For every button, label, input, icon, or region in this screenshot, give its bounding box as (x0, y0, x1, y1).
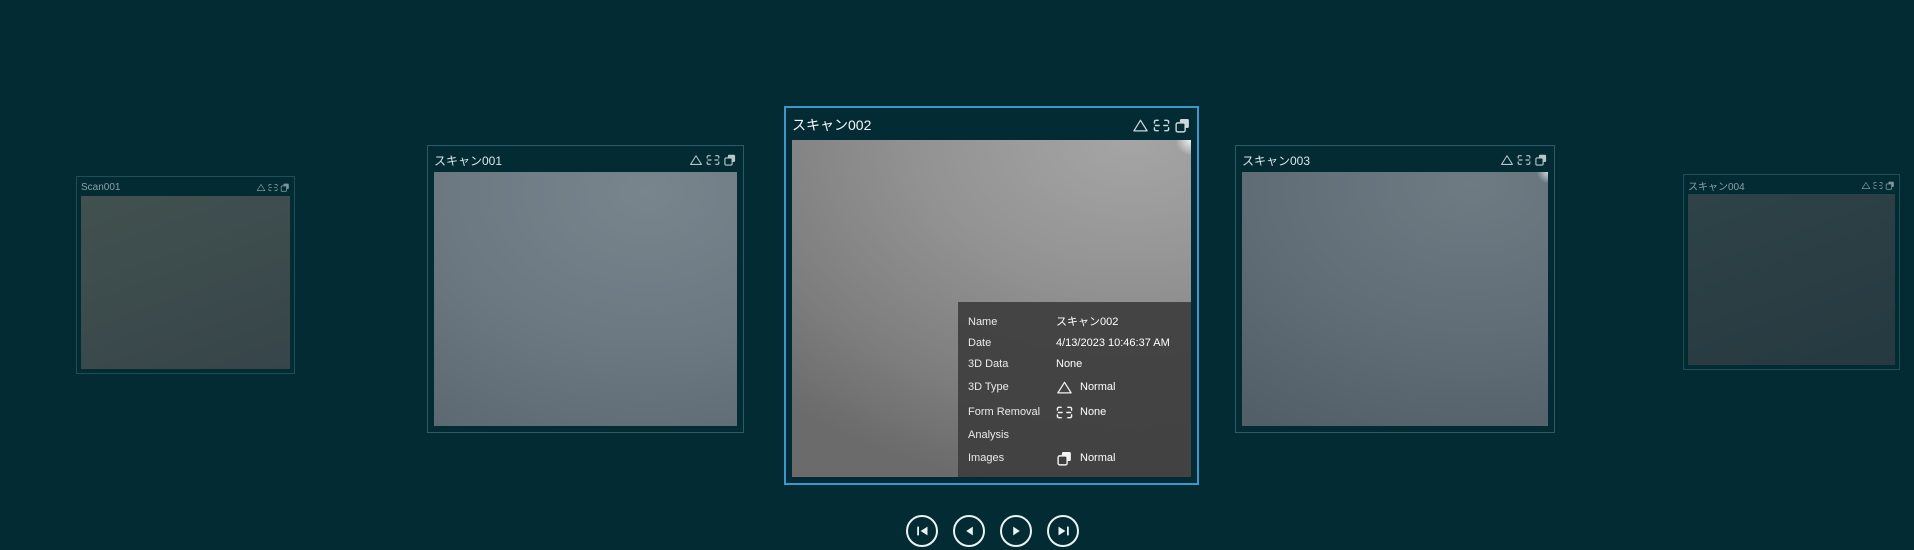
card-header: スキャン004 (1688, 178, 1895, 193)
card-status-icons (1500, 154, 1548, 166)
card-status-icons (1861, 181, 1895, 190)
previous-icon (965, 526, 973, 536)
previous-button[interactable] (953, 515, 985, 547)
scan-card-scan003[interactable]: スキャン003 (1235, 145, 1555, 433)
info-value: スキャン002 (1056, 316, 1119, 329)
card-title: スキャン001 (434, 153, 503, 168)
card-title: Scan001 (81, 181, 121, 193)
first-button[interactable] (906, 515, 938, 547)
info-value: None (1056, 358, 1083, 371)
3d-type-icon (1861, 181, 1871, 189)
3d-type-icon (256, 183, 266, 191)
3d-type-icon (690, 155, 702, 165)
info-label: 3D Data (968, 358, 1009, 371)
info-label: 3D Type (968, 381, 1009, 394)
card-status-icons (256, 183, 290, 192)
form-removal-icon (1517, 155, 1531, 165)
info-label: Images (968, 452, 1005, 465)
card-title: スキャン004 (1688, 181, 1745, 193)
info-row-name: Name スキャン002 (968, 312, 1185, 333)
info-row-date: Date 4/13/2023 10:46:37 AM (968, 333, 1185, 354)
scan-thumbnail (1242, 172, 1548, 426)
info-value: Normal (1080, 452, 1116, 465)
info-row-analysis: Analysis (968, 425, 1185, 446)
card-header: スキャン002 (792, 112, 1191, 138)
images-icon (1535, 154, 1547, 166)
images-icon (280, 183, 289, 192)
card-header: スキャン001 (434, 150, 737, 170)
info-label: Name (968, 316, 998, 329)
next-icon (1012, 526, 1020, 536)
triangle-icon (1057, 381, 1072, 394)
card-header: Scan001 (81, 180, 290, 194)
form-removal-icon (1056, 406, 1073, 419)
next-button[interactable] (1000, 515, 1032, 547)
info-label: Form Removal (968, 406, 1041, 419)
card-title: スキャン003 (1242, 153, 1311, 168)
scan-card-scan002-selected[interactable]: スキャン002 Name スキャン002 Date 4/13/2023 10:4… (784, 106, 1199, 485)
info-value: None (1080, 406, 1107, 419)
images-icon (1885, 181, 1894, 190)
carousel-navigation (906, 515, 1079, 547)
card-status-icons (1132, 118, 1191, 133)
info-row-images: Images Normal (968, 446, 1185, 471)
skip-first-icon (916, 526, 927, 536)
info-row-3d-type: 3D Type Normal (968, 375, 1185, 400)
card-title: スキャン002 (792, 117, 872, 133)
last-button[interactable] (1047, 515, 1079, 547)
info-label: Date (968, 337, 992, 350)
scan-card-scan001[interactable]: Scan001 (76, 176, 295, 374)
scan-card-scan004[interactable]: スキャン004 (1683, 174, 1900, 370)
form-removal-icon (1153, 119, 1170, 131)
scan-thumbnail (81, 196, 290, 369)
info-row-form-removal: Form Removal None (968, 400, 1185, 425)
scan-thumbnail: Name スキャン002 Date 4/13/2023 10:46:37 AM … (792, 140, 1191, 477)
info-row-3d-data: 3D Data None (968, 354, 1185, 375)
scan-carousel: Scan001 スキャン001 スキャン002 Name スキャン002 Dat… (0, 0, 1914, 550)
scan-info-panel: Name スキャン002 Date 4/13/2023 10:46:37 AM … (958, 302, 1191, 477)
scan-thumbnail (434, 172, 737, 426)
scan-thumbnail (1688, 194, 1895, 365)
form-removal-icon (1873, 181, 1883, 189)
scan-card-scan001-jp[interactable]: スキャン001 (427, 145, 744, 433)
form-removal-icon (706, 155, 720, 165)
card-header: スキャン003 (1242, 150, 1548, 170)
card-status-icons (689, 154, 737, 166)
images-icon (1057, 451, 1071, 466)
3d-type-icon (1133, 119, 1148, 131)
info-value: 4/13/2023 10:46:37 AM (1056, 337, 1170, 350)
images-icon (1175, 118, 1189, 133)
info-value: Normal (1080, 381, 1116, 394)
form-removal-icon (268, 183, 278, 191)
info-label: Analysis (968, 429, 1009, 442)
3d-type-icon (1501, 155, 1513, 165)
skip-last-icon (1058, 526, 1069, 536)
images-icon (724, 154, 736, 166)
